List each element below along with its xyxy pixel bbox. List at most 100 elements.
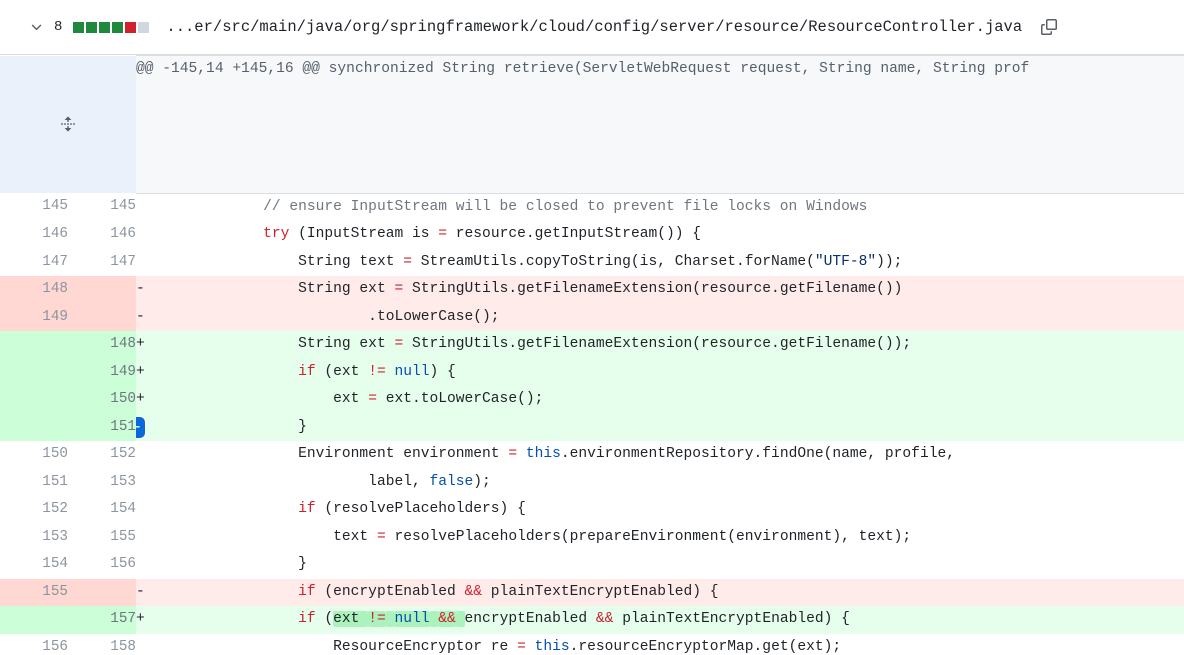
code-token: && bbox=[595, 611, 614, 627]
diff-line-content: if (resolvePlaceholders) { bbox=[136, 496, 1184, 524]
code-token: (InputStream is bbox=[289, 226, 439, 242]
diff-line-content: try (InputStream is = resource.getInputS… bbox=[136, 221, 1184, 249]
diff-line-content: + ext = ext.toLowerCase(); bbox=[136, 386, 1184, 414]
diff-row-del: 148 - String ext = StringUtils.getFilenam… bbox=[0, 276, 1184, 304]
line-number-old[interactable]: 146 bbox=[0, 221, 68, 249]
code-token: } bbox=[158, 418, 307, 435]
code-token: null bbox=[394, 611, 430, 627]
line-number-old[interactable]: 156 bbox=[0, 633, 68, 655]
diff-marker bbox=[136, 524, 158, 552]
line-number-new[interactable]: 149 bbox=[68, 358, 136, 386]
line-number-new[interactable]: 147 bbox=[68, 248, 136, 276]
line-number-old[interactable]: 154 bbox=[0, 551, 68, 579]
line-number-new[interactable]: 152 bbox=[68, 441, 136, 469]
line-number-old[interactable]: 155 bbox=[0, 578, 68, 606]
diff-body: @@ -145,14 +145,16 @@ synchronized Strin… bbox=[0, 55, 1184, 655]
diffstat-square-added bbox=[99, 21, 111, 33]
diff-line-content: String text = StreamUtils.copyToString(i… bbox=[136, 248, 1184, 276]
diff-line-content: label, false); bbox=[136, 468, 1184, 497]
diffstat-square-neutral bbox=[138, 21, 150, 33]
diff-marker: + bbox=[136, 336, 145, 352]
diff-marker bbox=[136, 194, 158, 222]
line-number-old[interactable] bbox=[0, 358, 68, 386]
chevron-down-icon[interactable] bbox=[28, 19, 45, 36]
line-number-new[interactable]: 153 bbox=[68, 468, 136, 496]
diff-line-content: + String ext = StringUtils.getFilenameEx… bbox=[136, 331, 1184, 359]
diff-marker: - bbox=[136, 308, 145, 325]
code-token: ext bbox=[158, 391, 369, 407]
line-number-old[interactable]: 147 bbox=[0, 248, 68, 276]
diffstat-bar bbox=[73, 21, 150, 33]
diff-row-ctx: 154 156 } bbox=[0, 551, 1184, 579]
line-number-old[interactable]: 152 bbox=[0, 496, 68, 524]
line-number-new[interactable]: 157 bbox=[68, 606, 136, 634]
diff-row-del: 149 - .toLowerCase(); bbox=[0, 303, 1184, 331]
diff-row-del: 155 - if (encryptEnabled && plainTextEncr… bbox=[0, 578, 1184, 606]
diff-row-add: 157 + if (ext != null && encryptEnabled &… bbox=[0, 606, 1184, 634]
code-token: plainTextEncryptEnabled) { bbox=[613, 611, 850, 627]
code-token: try bbox=[263, 226, 290, 242]
code-token: String ext bbox=[158, 336, 395, 352]
file-path[interactable]: ...er/src/main/java/org/springframework/… bbox=[166, 18, 1022, 36]
line-number-old[interactable]: 149 bbox=[0, 303, 68, 331]
diff-marker bbox=[136, 221, 158, 249]
line-number-new[interactable]: 151 bbox=[68, 413, 136, 441]
line-number-old[interactable]: 151 bbox=[0, 468, 68, 496]
line-number-new[interactable]: 148 bbox=[68, 331, 136, 359]
line-number-old[interactable] bbox=[0, 413, 68, 441]
line-number-new[interactable] bbox=[68, 578, 136, 606]
code-token: text bbox=[158, 528, 377, 545]
code-token: .resourceEncryptorMap.get(ext); bbox=[569, 638, 842, 655]
line-number-old[interactable]: 145 bbox=[0, 193, 68, 221]
code-token: ext.toLowerCase(); bbox=[376, 391, 544, 407]
code-token bbox=[429, 611, 439, 627]
line-number-old[interactable]: 150 bbox=[0, 441, 68, 469]
diff-marker: + bbox=[136, 363, 145, 380]
code-token: String text bbox=[158, 253, 404, 270]
code-token: StringUtils.getFilenameExtension(resourc… bbox=[403, 281, 903, 297]
line-number-new[interactable]: 155 bbox=[68, 523, 136, 551]
diff-rows: @@ -145,14 +145,16 @@ synchronized Strin… bbox=[0, 55, 1184, 655]
diff-marker bbox=[136, 441, 158, 469]
code-token: (encryptEnabled bbox=[315, 583, 465, 600]
diff-file-view: 8 ...er/src/main/java/org/springframewor… bbox=[0, 0, 1184, 655]
code-token: = bbox=[438, 226, 448, 242]
code-token: && bbox=[438, 611, 456, 627]
line-number-old[interactable] bbox=[0, 606, 68, 634]
line-number-old[interactable] bbox=[0, 386, 68, 414]
line-number-new[interactable]: 158 bbox=[68, 633, 136, 655]
hunk-expand-button[interactable] bbox=[0, 55, 136, 193]
line-number-new[interactable]: 146 bbox=[68, 221, 136, 249]
code-token: = bbox=[368, 391, 377, 407]
code-token: encryptEnabled bbox=[464, 611, 596, 627]
diff-row-ctx: 147 147 String text = StreamUtils.copyToS… bbox=[0, 248, 1184, 276]
line-number-new[interactable] bbox=[68, 276, 136, 304]
copy-path-icon[interactable] bbox=[1040, 18, 1058, 36]
code-token: StringUtils.getFilenameExtension(resourc… bbox=[403, 336, 912, 352]
code-token: = bbox=[508, 446, 518, 462]
code-token: )); bbox=[876, 253, 903, 270]
code-token: String ext bbox=[158, 281, 395, 297]
diff-line-content: - if (encryptEnabled && plainTextEncrypt… bbox=[136, 578, 1184, 606]
line-number-new[interactable]: 154 bbox=[68, 496, 136, 524]
diffstat-square-added bbox=[73, 21, 85, 33]
add-comment-button[interactable] bbox=[136, 416, 145, 438]
line-number-old[interactable]: 148 bbox=[0, 276, 68, 304]
line-number-new[interactable]: 156 bbox=[68, 551, 136, 579]
code-token: = bbox=[403, 253, 412, 270]
line-number-new[interactable]: 145 bbox=[68, 193, 136, 221]
line-number-new[interactable] bbox=[68, 303, 136, 331]
line-number-old[interactable] bbox=[0, 331, 68, 359]
diff-marker: - bbox=[136, 281, 145, 297]
unfold-lines-icon[interactable] bbox=[0, 111, 136, 139]
line-number-old[interactable]: 153 bbox=[0, 523, 68, 551]
diff-marker bbox=[136, 469, 158, 497]
line-number-new[interactable]: 150 bbox=[68, 386, 136, 414]
code-token: if bbox=[298, 583, 316, 600]
